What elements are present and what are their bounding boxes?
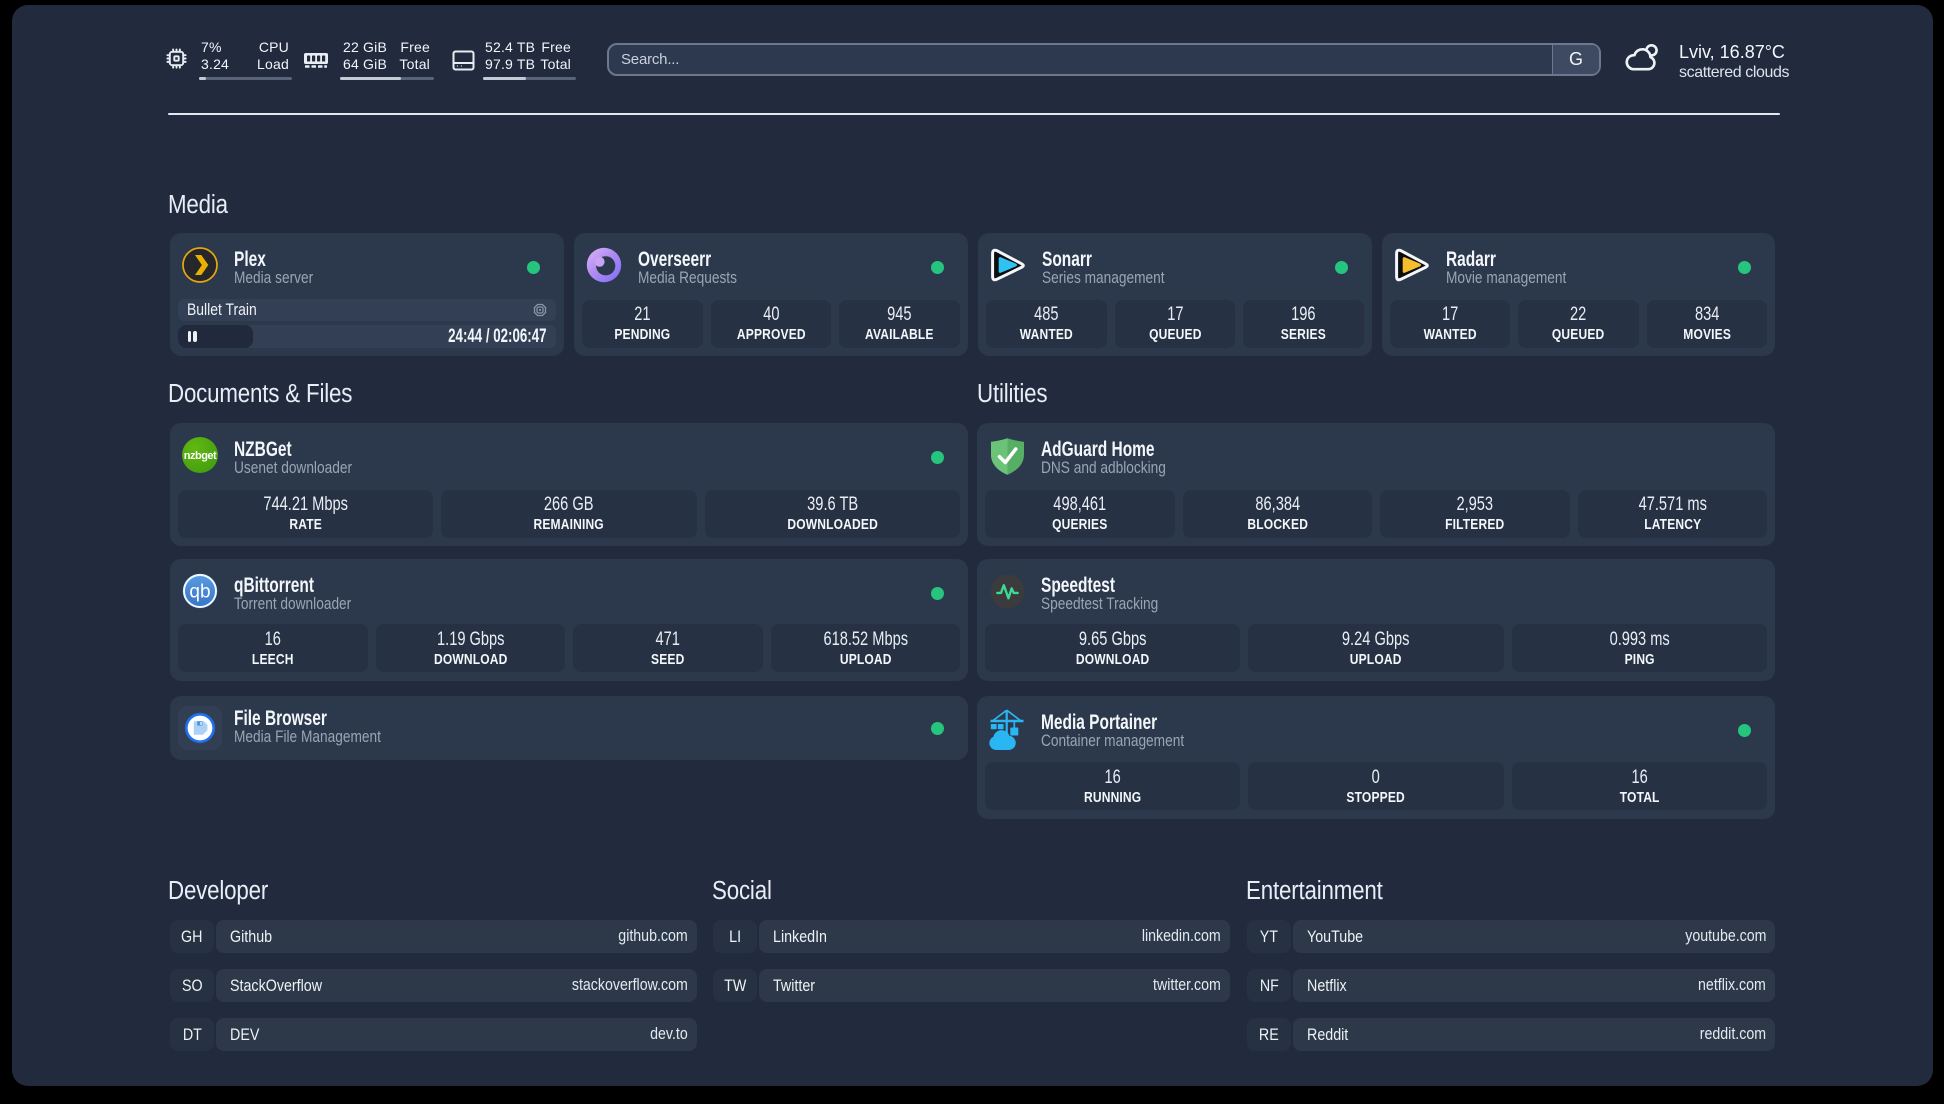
svg-text:qb: qb	[189, 582, 210, 603]
svg-text:nzbget: nzbget	[184, 450, 217, 462]
